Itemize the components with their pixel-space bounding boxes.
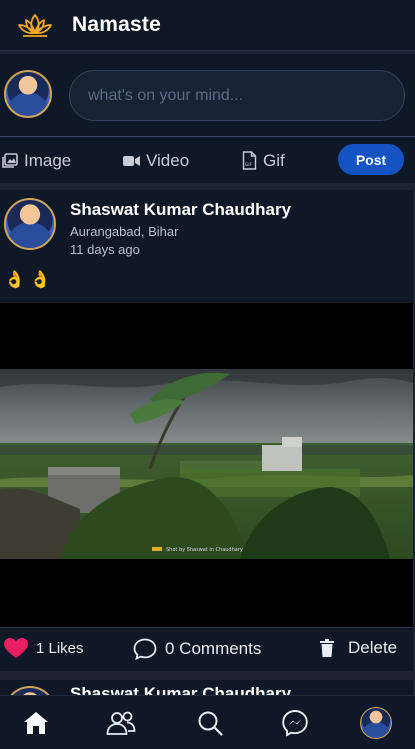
video-label: Video xyxy=(146,150,190,170)
likes-count: 1 Likes xyxy=(36,640,84,657)
nav-friends[interactable] xyxy=(106,708,136,738)
svg-text:GIF: GIF xyxy=(245,162,253,168)
author-avatar[interactable] xyxy=(4,198,56,250)
image-icon xyxy=(2,152,18,168)
gif-icon: GIF xyxy=(242,151,257,170)
friends-icon xyxy=(106,711,136,735)
composer-row: what's on your mind... xyxy=(0,54,415,136)
delete-label: Delete xyxy=(348,638,398,657)
video-icon xyxy=(123,155,140,166)
post-actions: 1 Likes 0 Comments Delete xyxy=(0,627,413,671)
add-image-button[interactable]: Image xyxy=(2,151,71,171)
app-header: Namaste xyxy=(0,0,415,51)
composer-actions: Image Video GIF Gif Post xyxy=(0,138,415,183)
status-input-placeholder: what's on your mind... xyxy=(88,86,244,104)
comment-button[interactable]: 0 Comments xyxy=(133,638,261,660)
like-button[interactable]: 1 Likes xyxy=(4,638,84,659)
composer-divider xyxy=(0,136,415,137)
nav-home[interactable] xyxy=(21,708,51,738)
gif-label: Gif xyxy=(263,150,285,170)
post-timestamp: 11 days ago xyxy=(70,242,140,257)
nav-search[interactable] xyxy=(195,708,225,738)
messenger-icon xyxy=(282,710,308,737)
add-video-button[interactable]: Video xyxy=(123,151,189,171)
post-text: 👌 👌 xyxy=(4,270,52,289)
post-card: Shaswat Kumar Chaudhary Aurangabad, Biha… xyxy=(0,190,413,671)
delete-button[interactable]: Delete xyxy=(320,638,397,658)
post-button[interactable]: Post xyxy=(338,144,404,175)
post-photo: Shot by Shaswat in Chaudhary xyxy=(0,369,413,559)
nav-profile-avatar[interactable] xyxy=(360,707,392,739)
trash-icon xyxy=(320,639,334,657)
image-label: Image xyxy=(24,150,72,170)
heart-icon xyxy=(4,638,28,658)
user-avatar[interactable] xyxy=(4,70,52,118)
photo-caption: Shot by Shaswat in Chaudhary xyxy=(166,547,243,553)
home-icon xyxy=(24,712,48,734)
status-input[interactable]: what's on your mind... xyxy=(69,70,405,121)
post-location: Aurangabad, Bihar xyxy=(70,224,179,239)
comment-icon xyxy=(133,638,157,660)
lotus-icon[interactable] xyxy=(17,11,53,39)
search-icon xyxy=(198,711,223,736)
post-composer: what's on your mind... Image Video GIF G… xyxy=(0,54,415,183)
post-media[interactable]: Shot by Shaswat in Chaudhary xyxy=(0,303,413,627)
comments-count: 0 Comments xyxy=(165,639,262,658)
add-gif-button[interactable]: GIF Gif xyxy=(242,151,285,171)
app-title: Namaste xyxy=(72,13,161,36)
post-author[interactable]: Shaswat Kumar Chaudhary xyxy=(70,200,291,220)
nav-messenger[interactable] xyxy=(280,708,310,738)
bottom-navigation xyxy=(0,695,415,749)
